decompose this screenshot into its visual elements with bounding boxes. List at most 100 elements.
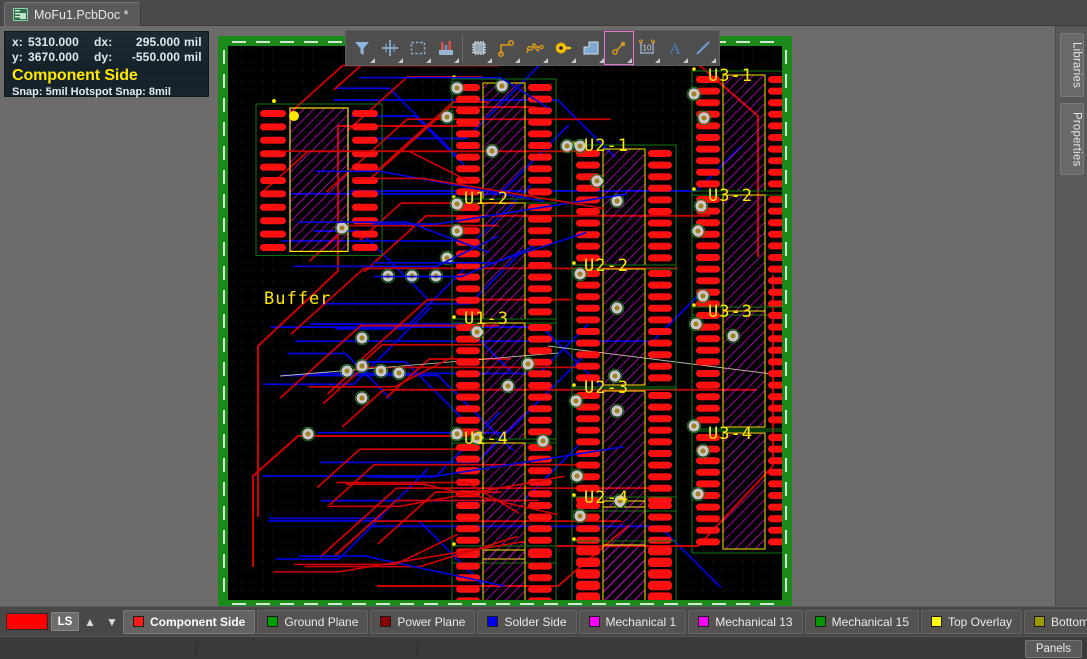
toolbar-dropdown-arrow-icon[interactable]: [571, 58, 576, 63]
differential-pair-icon[interactable]: [521, 32, 549, 64]
chevron-down-icon[interactable]: ▼: [101, 611, 123, 633]
component-footprint[interactable]: [451, 315, 557, 444]
component-footprint[interactable]: [691, 67, 782, 196]
via[interactable]: [373, 363, 389, 379]
via[interactable]: [568, 393, 584, 409]
via[interactable]: [334, 220, 350, 236]
component-footprint[interactable]: [451, 435, 557, 564]
layer-stack-icon[interactable]: [432, 32, 460, 64]
board-surface[interactable]: Buffer U1-2 U1-3 U1-4 U2-1 U2-2 U2-3 U2-4 U3-1 U3…: [228, 46, 782, 600]
via[interactable]: [391, 365, 407, 381]
pcb-canvas[interactable]: Buffer U1-2 U1-3 U1-4 U2-1 U2-2 U2-3 U2-4 U3-1 U3…: [0, 26, 1055, 606]
toolbar-dropdown-arrow-icon[interactable]: [711, 58, 716, 63]
component-footprint[interactable]: [691, 303, 782, 432]
via[interactable]: [449, 223, 465, 239]
via[interactable]: [569, 468, 585, 484]
via[interactable]: [449, 196, 465, 212]
dimension-icon[interactable]: 10: [633, 32, 661, 64]
via[interactable]: [469, 324, 485, 340]
active-layer-color-swatch[interactable]: [6, 613, 48, 630]
toolbar-dropdown-arrow-icon[interactable]: [454, 58, 459, 63]
layer-tab-mechanical-15[interactable]: Mechanical 15: [804, 609, 919, 634]
via[interactable]: [469, 430, 485, 446]
via[interactable]: [688, 316, 704, 332]
via[interactable]: [690, 223, 706, 239]
via[interactable]: [354, 358, 370, 374]
chevron-up-icon[interactable]: ▲: [79, 611, 101, 633]
toolbar-dropdown-arrow-icon[interactable]: [627, 58, 632, 63]
toolbar-dropdown-arrow-icon[interactable]: [426, 58, 431, 63]
route-track-icon[interactable]: [493, 32, 521, 64]
via[interactable]: [339, 363, 355, 379]
toolbar-dropdown-arrow-icon[interactable]: [370, 58, 375, 63]
toolbar-dropdown-arrow-icon[interactable]: [655, 58, 660, 63]
toolbar-dropdown-arrow-icon[interactable]: [683, 58, 688, 63]
via[interactable]: [354, 390, 370, 406]
layer-tab-label: Mechanical 13: [715, 614, 793, 629]
via[interactable]: [696, 110, 712, 126]
layer-tab-mechanical-1[interactable]: Mechanical 1: [578, 609, 687, 634]
status-bar: Panels: [0, 636, 1087, 659]
layer-tab-top-overlay[interactable]: Top Overlay: [921, 609, 1023, 634]
via[interactable]: [589, 173, 605, 189]
layer-color-swatch: [133, 616, 144, 627]
via[interactable]: [686, 86, 702, 102]
layer-tab-mechanical-13[interactable]: Mechanical 13: [688, 609, 803, 634]
text-icon[interactable]: A: [661, 32, 689, 64]
pad-icon[interactable]: [549, 32, 577, 64]
via[interactable]: [449, 426, 465, 442]
layer-tab-bottom-overlay[interactable]: Bottom Overlay: [1024, 609, 1087, 634]
via[interactable]: [609, 300, 625, 316]
component-footprint[interactable]: [571, 537, 677, 600]
via[interactable]: [572, 138, 588, 154]
document-tab[interactable]: MoFu1.PcbDoc *: [4, 2, 142, 26]
via[interactable]: [300, 426, 316, 442]
via[interactable]: [500, 378, 516, 394]
via[interactable]: [695, 443, 711, 459]
via[interactable]: [559, 138, 575, 154]
toolbar-dropdown-arrow-icon[interactable]: [398, 58, 403, 63]
polygon-pour-icon[interactable]: [577, 32, 605, 64]
via[interactable]: [695, 288, 711, 304]
layer-sets-button[interactable]: LS: [51, 612, 79, 631]
via[interactable]: [449, 80, 465, 96]
panel-tab-properties[interactable]: Properties: [1059, 102, 1084, 176]
via[interactable]: [612, 493, 628, 509]
component-footprint-buffer[interactable]: [255, 99, 383, 256]
panel-tab-libraries[interactable]: Libraries: [1059, 33, 1084, 97]
toolbar-dropdown-arrow-icon[interactable]: [487, 58, 492, 63]
filter-icon[interactable]: [348, 32, 376, 64]
crosshair-icon[interactable]: [376, 32, 404, 64]
toolbar-dropdown-arrow-icon[interactable]: [515, 58, 520, 63]
component-icon[interactable]: [465, 32, 493, 64]
via[interactable]: [686, 418, 702, 434]
via[interactable]: [572, 508, 588, 524]
via[interactable]: [572, 266, 588, 282]
component-footprint[interactable]: [451, 75, 557, 204]
panels-button[interactable]: Panels: [1024, 640, 1082, 658]
layer-tab-power-plane[interactable]: Power Plane: [370, 609, 476, 634]
select-region-icon[interactable]: [404, 32, 432, 64]
layer-tab-component-side[interactable]: Component Side: [123, 609, 256, 634]
active-layer-name: Component Side: [12, 67, 138, 84]
via-icon[interactable]: [604, 31, 634, 65]
component-footprint[interactable]: [571, 383, 677, 512]
toolbar-dropdown-arrow-icon[interactable]: [599, 58, 604, 63]
layer-tab-ground-plane[interactable]: Ground Plane: [257, 609, 369, 634]
layer-tab-solder-side[interactable]: Solder Side: [477, 609, 577, 634]
via[interactable]: [609, 403, 625, 419]
via[interactable]: [484, 143, 500, 159]
line-icon[interactable]: [689, 32, 717, 64]
x-label: x:: [12, 35, 23, 49]
coordinate-row-x: x: 5310.000 dx: 295.000 mil: [12, 35, 202, 50]
via[interactable]: [690, 486, 706, 502]
via[interactable]: [607, 368, 623, 384]
toolbar-dropdown-arrow-icon[interactable]: [543, 58, 548, 63]
keepout-line-bottom: [232, 603, 778, 605]
via[interactable]: [520, 356, 536, 372]
via[interactable]: [725, 328, 741, 344]
via[interactable]: [439, 109, 455, 125]
via[interactable]: [693, 198, 709, 214]
via[interactable]: [535, 433, 551, 449]
via[interactable]: [354, 330, 370, 346]
